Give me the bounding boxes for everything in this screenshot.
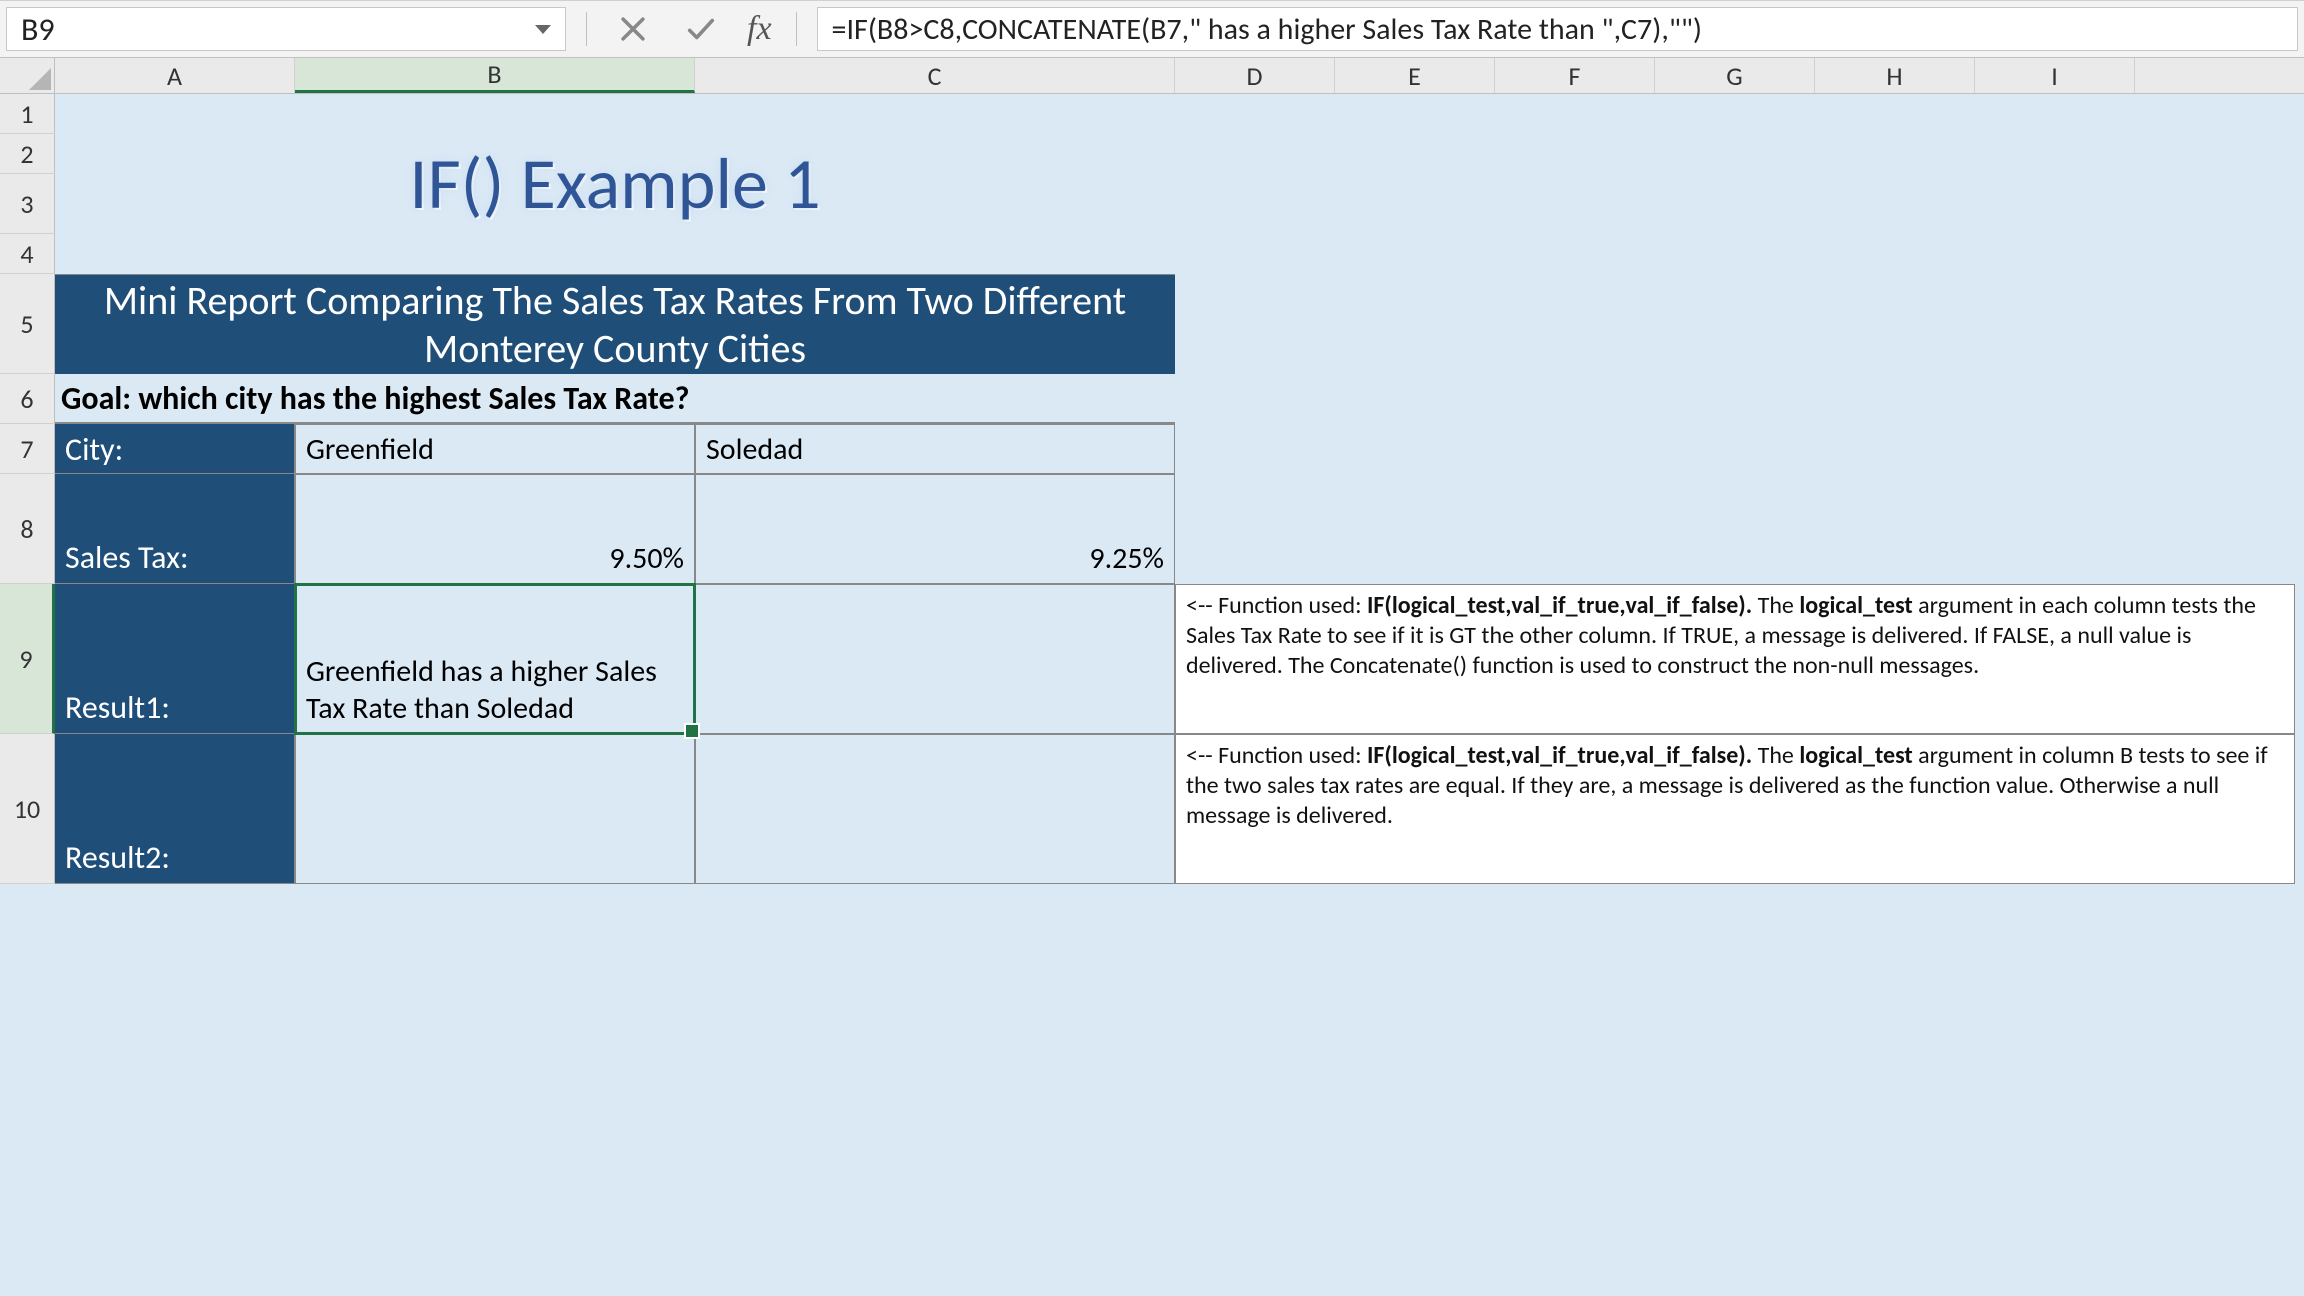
note-bold: IF(logical_test,val_if_true,val_if_false… (1367, 741, 1752, 770)
col-header-I[interactable]: I (1975, 58, 2135, 93)
note-bold: IF(logical_test,val_if_true,val_if_false… (1367, 591, 1752, 620)
cell-C7[interactable]: Soledad (695, 424, 1175, 474)
blank[interactable] (1175, 374, 2295, 424)
row-header-1[interactable]: 1 (0, 94, 55, 134)
grid-body: 1 2 3 4 5 6 7 8 9 10 IF() Example 1 Mini… (0, 94, 2304, 884)
note-row9[interactable]: <-- Function used: IF(logical_test,val_i… (1175, 584, 2295, 734)
formula-bar: B9 fx =IF(B8>C8,CONCATENATE(B7," has a h… (0, 0, 2304, 58)
select-all-corner[interactable] (0, 58, 55, 93)
row-header-3[interactable]: 3 (0, 174, 55, 234)
formula-text: =IF(B8>C8,CONCATENATE(B7," has a higher … (832, 11, 1702, 48)
blank[interactable] (1175, 274, 2295, 374)
row-header-9[interactable]: 9 (0, 584, 55, 734)
column-header-row: A B C D E F G H I (0, 58, 2304, 94)
col-header-E[interactable]: E (1335, 58, 1495, 93)
separator (796, 12, 797, 46)
col-header-B[interactable]: B (295, 58, 695, 93)
formula-bar-buttons: fx (566, 1, 817, 57)
note-text: The (1752, 741, 1799, 770)
col-header-H[interactable]: H (1815, 58, 1975, 93)
label-result2[interactable]: Result2: (55, 734, 295, 884)
note-text: The (1752, 591, 1799, 620)
formula-input[interactable]: =IF(B8>C8,CONCATENATE(B7," has a higher … (817, 7, 2298, 51)
cell-C9[interactable] (695, 584, 1175, 734)
blank[interactable] (1175, 234, 2295, 274)
worksheet[interactable]: A B C D E F G H I 1 2 3 4 5 6 7 8 9 10 I… (0, 58, 2304, 1296)
label-salestax[interactable]: Sales Tax: (55, 474, 295, 584)
title-cell[interactable]: IF() Example 1 (55, 94, 1175, 274)
subtitle-cell[interactable]: Mini Report Comparing The Sales Tax Rate… (55, 274, 1175, 374)
note-text: <-- Function used: (1186, 741, 1367, 770)
blank-area[interactable] (0, 884, 2304, 1284)
note-row10[interactable]: <-- Function used: IF(logical_test,val_i… (1175, 734, 2295, 884)
cancel-button[interactable] (611, 7, 655, 51)
row-header-6[interactable]: 6 (0, 374, 55, 424)
col-header-F[interactable]: F (1495, 58, 1655, 93)
row-header-7[interactable]: 7 (0, 424, 55, 474)
col-header-G[interactable]: G (1655, 58, 1815, 93)
blank[interactable] (1175, 174, 2295, 234)
row-header-2[interactable]: 2 (0, 134, 55, 174)
fx-icon[interactable]: fx (747, 10, 772, 48)
note-bold: logical_test (1799, 741, 1912, 770)
name-box[interactable]: B9 (6, 7, 566, 51)
col-header-C[interactable]: C (695, 58, 1175, 93)
goal-cell[interactable]: Goal: which city has the highest Sales T… (55, 374, 1175, 424)
note-bold: logical_test (1799, 591, 1912, 620)
cell-B10[interactable] (295, 734, 695, 884)
row-header-4[interactable]: 4 (0, 234, 55, 274)
col-header-D[interactable]: D (1175, 58, 1335, 93)
cell-C10[interactable] (695, 734, 1175, 884)
cell-B8[interactable]: 9.50% (295, 474, 695, 584)
col-header-A[interactable]: A (55, 58, 295, 93)
name-box-value: B9 (21, 10, 55, 49)
cell-B9[interactable]: Greenfield has a higher Sales Tax Rate t… (295, 584, 695, 734)
row-header-10[interactable]: 10 (0, 734, 55, 884)
blank[interactable] (1175, 94, 2295, 134)
title-text: IF() Example 1 (409, 140, 820, 228)
cell-B7[interactable]: Greenfield (295, 424, 695, 474)
blank[interactable] (1175, 424, 2295, 474)
enter-button[interactable] (679, 7, 723, 51)
blank[interactable] (1175, 474, 2295, 584)
blank[interactable] (1175, 134, 2295, 174)
row-header-8[interactable]: 8 (0, 474, 55, 584)
row-header-5[interactable]: 5 (0, 274, 55, 374)
note-text: <-- Function used: (1186, 591, 1367, 620)
separator (586, 12, 587, 46)
label-city[interactable]: City: (55, 424, 295, 474)
cell-C8[interactable]: 9.25% (695, 474, 1175, 584)
label-result1[interactable]: Result1: (55, 584, 295, 734)
chevron-down-icon[interactable] (535, 25, 551, 34)
